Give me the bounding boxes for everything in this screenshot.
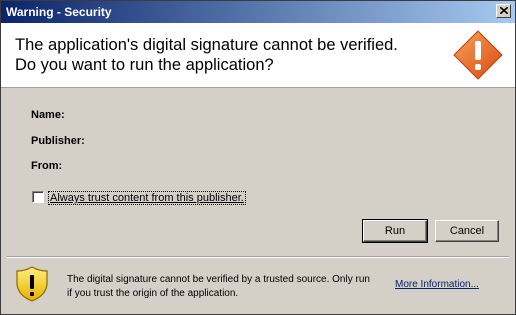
close-button[interactable] [496, 4, 511, 18]
headline-line-2: Do you want to run the application? [15, 56, 274, 74]
from-label: From: [31, 160, 63, 172]
shield-warning-icon [16, 266, 48, 302]
title-bar[interactable]: Warning - Security [1, 1, 515, 23]
always-trust-checkbox[interactable] [32, 191, 44, 203]
security-warning-dialog: Warning - Security The application's dig… [0, 0, 516, 315]
close-icon [500, 7, 508, 14]
footer-message: The digital signature cannot be verified… [67, 274, 370, 299]
headline-line-1: The application's digital signature cann… [15, 36, 398, 54]
always-trust-label[interactable]: Always trust content from this publisher… [48, 191, 246, 205]
cancel-button[interactable]: Cancel [435, 220, 499, 242]
window-title: Warning - Security [6, 5, 112, 19]
more-information-link[interactable]: More Information... [395, 279, 479, 290]
headline: The application's digital signature cann… [15, 35, 398, 75]
warning-diamond-icon [453, 30, 503, 80]
header-panel: The application's digital signature cann… [1, 23, 515, 88]
divider-highlight [7, 257, 509, 258]
run-button[interactable]: Run [362, 219, 428, 243]
publisher-label: Publisher: [31, 135, 85, 147]
name-label: Name: [31, 109, 65, 121]
